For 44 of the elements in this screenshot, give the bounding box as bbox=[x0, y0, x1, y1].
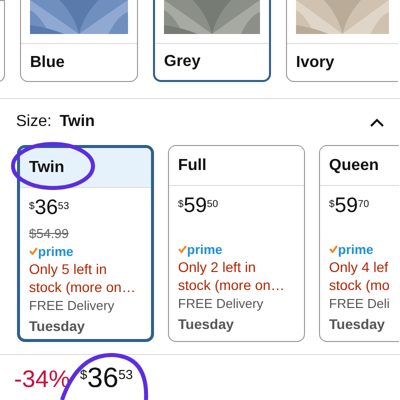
prime-logo: prime bbox=[338, 242, 374, 256]
swatch-card[interactable] bbox=[0, 0, 5, 82]
delivery-day: Tuesday bbox=[29, 316, 142, 336]
selected-size: Twin bbox=[60, 112, 95, 132]
delivery-text: FREE Delivery bbox=[178, 295, 264, 313]
check-icon bbox=[329, 245, 338, 253]
delivery-day: Tuesday bbox=[329, 314, 390, 334]
color-name: Ivory bbox=[296, 52, 334, 72]
size-name: Queen bbox=[329, 156, 379, 176]
color-swatch[interactable]: Blue bbox=[20, 0, 138, 82]
currency-symbol: $ bbox=[178, 198, 184, 212]
check-icon bbox=[29, 247, 38, 255]
stock-text: Only 4 lef bbox=[329, 258, 390, 276]
price-whole: 59 bbox=[184, 194, 207, 218]
color-name: Grey bbox=[164, 52, 200, 72]
size-label: Size: bbox=[16, 112, 52, 132]
list-price: $54.99 bbox=[29, 226, 69, 241]
stock-text: stock (mo bbox=[329, 276, 390, 294]
currency-symbol: $ bbox=[80, 366, 88, 384]
stock-text: stock (more on… bbox=[178, 276, 286, 294]
stock-text: Only 5 left in bbox=[29, 260, 108, 278]
price-fraction: 50 bbox=[206, 198, 218, 212]
stock-text: Only 2 left in bbox=[178, 258, 257, 276]
color-swatch[interactable]: Grey bbox=[153, 0, 271, 82]
price-whole: 59 bbox=[334, 194, 358, 218]
currency-symbol: $ bbox=[29, 200, 35, 214]
delivery-day: Tuesday bbox=[178, 314, 295, 334]
price-fraction: 53 bbox=[58, 200, 70, 214]
currency-symbol: $ bbox=[329, 198, 335, 212]
delivery-text: FREE Deli bbox=[329, 295, 390, 313]
prime-logo: prime bbox=[187, 242, 222, 256]
color-name: Blue bbox=[30, 52, 65, 72]
discount-text: -34% bbox=[14, 367, 70, 393]
delivery-text: FREE Delivery bbox=[29, 297, 116, 315]
size-name: Full bbox=[178, 156, 206, 176]
check-icon bbox=[178, 245, 187, 253]
price-fraction: 53 bbox=[118, 366, 133, 384]
price-fraction: 70 bbox=[358, 198, 370, 212]
size-name: Twin bbox=[29, 158, 64, 178]
stock-text: stock (more on… bbox=[29, 278, 137, 296]
prime-logo: prime bbox=[38, 244, 74, 258]
chevron-icon[interactable] bbox=[370, 118, 384, 126]
price-whole: 36 bbox=[87, 363, 118, 393]
price-whole: 36 bbox=[34, 196, 58, 220]
